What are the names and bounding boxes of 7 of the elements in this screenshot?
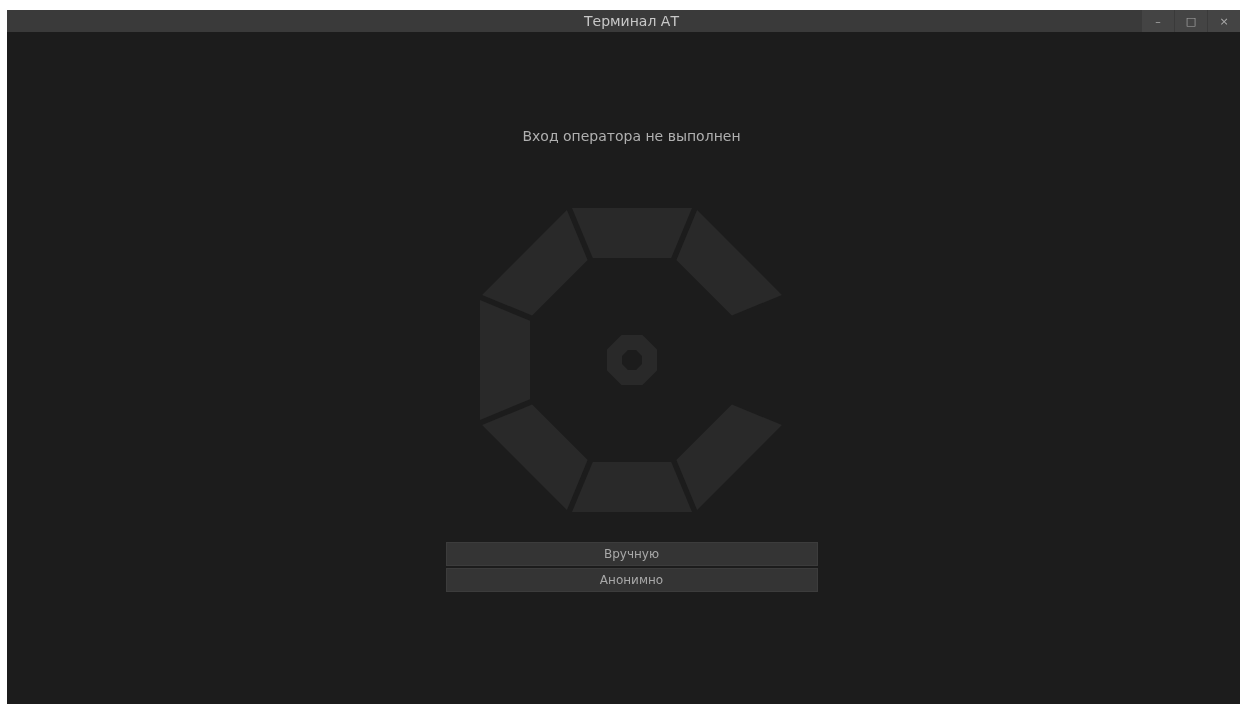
- window-title: Терминал АТ: [583, 13, 679, 29]
- login-option-button[interactable]: Вручную: [445, 542, 818, 566]
- window-control-button[interactable]: –: [1142, 10, 1174, 32]
- login-option-button[interactable]: Анонимно: [445, 568, 818, 592]
- status-message: Вход оператора не выполнен: [522, 128, 741, 144]
- window-control-button[interactable]: □: [1175, 10, 1207, 32]
- window-control-button[interactable]: ×: [1208, 10, 1240, 32]
